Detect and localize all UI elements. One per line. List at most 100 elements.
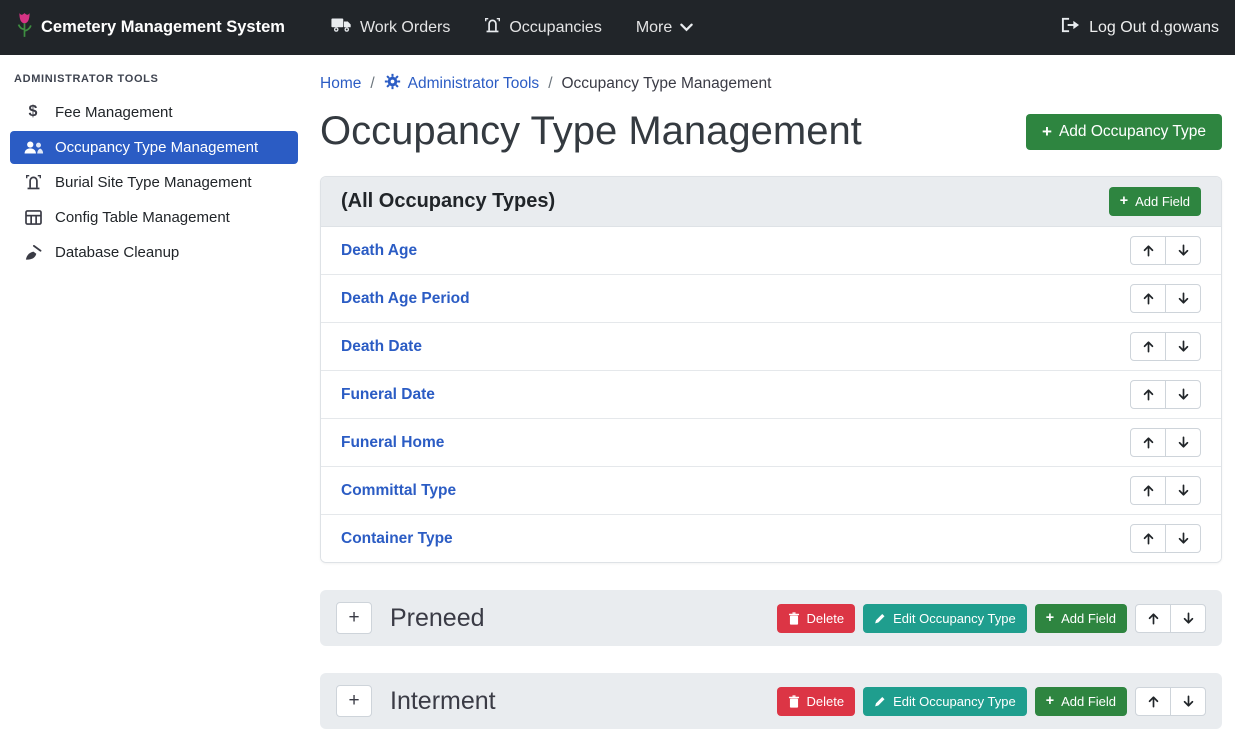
move-up-button[interactable] bbox=[1130, 476, 1166, 505]
expand-button[interactable]: + bbox=[336, 685, 372, 717]
tombstone-icon bbox=[20, 174, 46, 191]
sidebar-item-label: Occupancy Type Management bbox=[55, 139, 258, 156]
move-up-button[interactable] bbox=[1130, 236, 1166, 265]
move-down-button[interactable] bbox=[1165, 332, 1201, 361]
users-icon bbox=[20, 140, 46, 155]
add-field-button[interactable]: + Add Field bbox=[1109, 187, 1201, 216]
move-up-button[interactable] bbox=[1130, 524, 1166, 553]
add-occupancy-type-button[interactable]: + Add Occupancy Type bbox=[1026, 114, 1222, 150]
reorder-group bbox=[1130, 380, 1201, 409]
delete-button[interactable]: Delete bbox=[777, 604, 856, 633]
edit-occupancy-type-button[interactable]: Edit Occupancy Type bbox=[863, 687, 1027, 716]
sidebar-item-label: Config Table Management bbox=[55, 209, 230, 226]
reorder-group bbox=[1130, 476, 1201, 505]
sidebar-heading: Administrator Tools bbox=[14, 73, 294, 85]
sidebar-item-burial-site-type-management[interactable]: Burial Site Type Management bbox=[10, 166, 298, 199]
sidebar-item-occupancy-type-management[interactable]: Occupancy Type Management bbox=[10, 131, 298, 164]
add-field-button[interactable]: + Add Field bbox=[1035, 687, 1127, 716]
delete-button[interactable]: Delete bbox=[777, 687, 856, 716]
move-down-button[interactable] bbox=[1165, 524, 1201, 553]
move-up-button[interactable] bbox=[1135, 604, 1171, 633]
field-link[interactable]: Death Age bbox=[341, 242, 417, 260]
sidebar-item-fee-management[interactable]: $ Fee Management bbox=[10, 95, 298, 129]
page-title: Occupancy Type Management bbox=[320, 109, 862, 154]
field-row: Committal Type bbox=[321, 466, 1221, 514]
field-link[interactable]: Funeral Home bbox=[341, 434, 444, 452]
field-row: Container Type bbox=[321, 514, 1221, 562]
field-link[interactable]: Funeral Date bbox=[341, 386, 435, 404]
sidebar-item-config-table-management[interactable]: Config Table Management bbox=[10, 201, 298, 234]
move-up-button[interactable] bbox=[1130, 332, 1166, 361]
move-up-button[interactable] bbox=[1130, 380, 1166, 409]
field-row: Death Age Period bbox=[321, 274, 1221, 322]
breadcrumb-admin-tools[interactable]: Administrator Tools bbox=[384, 73, 540, 95]
plus-icon: + bbox=[1120, 194, 1128, 208]
add-field-button[interactable]: + Add Field bbox=[1035, 604, 1127, 633]
broom-icon bbox=[20, 245, 46, 261]
gear-icon bbox=[384, 73, 401, 95]
logout-icon bbox=[1061, 17, 1080, 38]
breadcrumb-admin-tools-label: Administrator Tools bbox=[408, 75, 540, 93]
plus-icon: + bbox=[1046, 611, 1054, 625]
move-down-button[interactable] bbox=[1165, 284, 1201, 313]
delete-label: Delete bbox=[807, 611, 845, 626]
nav-work-orders[interactable]: Work Orders bbox=[319, 9, 462, 46]
truck-icon bbox=[331, 17, 352, 38]
brand-title: Cemetery Management System bbox=[41, 18, 285, 37]
logout-button[interactable]: Log Out d.gowans bbox=[1061, 17, 1219, 38]
nav-links: Work Orders Occupancies More bbox=[319, 9, 705, 47]
top-navbar: Cemetery Management System Work Orders bbox=[0, 0, 1235, 55]
field-link[interactable]: Committal Type bbox=[341, 482, 456, 500]
occupancy-type-section-preneed: + Preneed Delete Edit Occupancy Type + A… bbox=[320, 590, 1222, 646]
trash-icon bbox=[788, 695, 800, 708]
field-link[interactable]: Death Age Period bbox=[341, 290, 470, 308]
card-header: (All Occupancy Types) + Add Field bbox=[321, 177, 1221, 227]
reorder-group bbox=[1130, 332, 1201, 361]
edit-occupancy-type-button[interactable]: Edit Occupancy Type bbox=[863, 604, 1027, 633]
nav-more[interactable]: More bbox=[624, 11, 705, 45]
sidebar: Administrator Tools $ Fee Management Occ… bbox=[0, 55, 308, 738]
sidebar-item-label: Database Cleanup bbox=[55, 244, 179, 261]
sidebar-item-database-cleanup[interactable]: Database Cleanup bbox=[10, 236, 298, 269]
trash-icon bbox=[788, 612, 800, 625]
edit-label: Edit Occupancy Type bbox=[893, 694, 1016, 709]
plus-icon: + bbox=[1042, 123, 1052, 140]
breadcrumb: Home / Administrator Tools bbox=[320, 73, 1222, 95]
reorder-group bbox=[1130, 524, 1201, 553]
move-up-button[interactable] bbox=[1130, 428, 1166, 457]
move-up-button[interactable] bbox=[1135, 687, 1171, 716]
section-actions: Delete Edit Occupancy Type + Add Field bbox=[777, 687, 1206, 716]
nav-occupancies[interactable]: Occupancies bbox=[472, 9, 614, 47]
move-down-button[interactable] bbox=[1165, 428, 1201, 457]
pencil-icon bbox=[874, 612, 886, 625]
edit-label: Edit Occupancy Type bbox=[893, 611, 1016, 626]
move-up-button[interactable] bbox=[1130, 284, 1166, 313]
field-link[interactable]: Container Type bbox=[341, 530, 453, 548]
delete-label: Delete bbox=[807, 694, 845, 709]
reorder-group bbox=[1135, 687, 1206, 716]
card-title: (All Occupancy Types) bbox=[341, 190, 555, 213]
plus-icon: + bbox=[1046, 694, 1054, 708]
move-down-button[interactable] bbox=[1165, 380, 1201, 409]
nav-work-orders-label: Work Orders bbox=[360, 19, 450, 37]
section-name: Preneed bbox=[390, 604, 485, 633]
nav-more-label: More bbox=[636, 19, 672, 37]
logout-label: Log Out d.gowans bbox=[1089, 19, 1219, 37]
field-row: Funeral Home bbox=[321, 418, 1221, 466]
field-row: Death Age bbox=[321, 227, 1221, 274]
nav-occupancies-label: Occupancies bbox=[509, 19, 602, 37]
move-down-button[interactable] bbox=[1165, 236, 1201, 265]
brand[interactable]: Cemetery Management System bbox=[16, 11, 285, 44]
move-down-button[interactable] bbox=[1170, 687, 1206, 716]
move-down-button[interactable] bbox=[1165, 476, 1201, 505]
field-row: Death Date bbox=[321, 322, 1221, 370]
expand-button[interactable]: + bbox=[336, 602, 372, 634]
breadcrumb-home[interactable]: Home bbox=[320, 75, 361, 93]
move-down-button[interactable] bbox=[1170, 604, 1206, 633]
occupancy-type-section-interment: + Interment Delete Edit Occupancy Type +… bbox=[320, 673, 1222, 729]
reorder-group bbox=[1130, 284, 1201, 313]
reorder-group bbox=[1130, 428, 1201, 457]
all-occupancy-types-card: (All Occupancy Types) + Add Field Death … bbox=[320, 176, 1222, 563]
field-link[interactable]: Death Date bbox=[341, 338, 422, 356]
sidebar-item-label: Fee Management bbox=[55, 104, 173, 121]
